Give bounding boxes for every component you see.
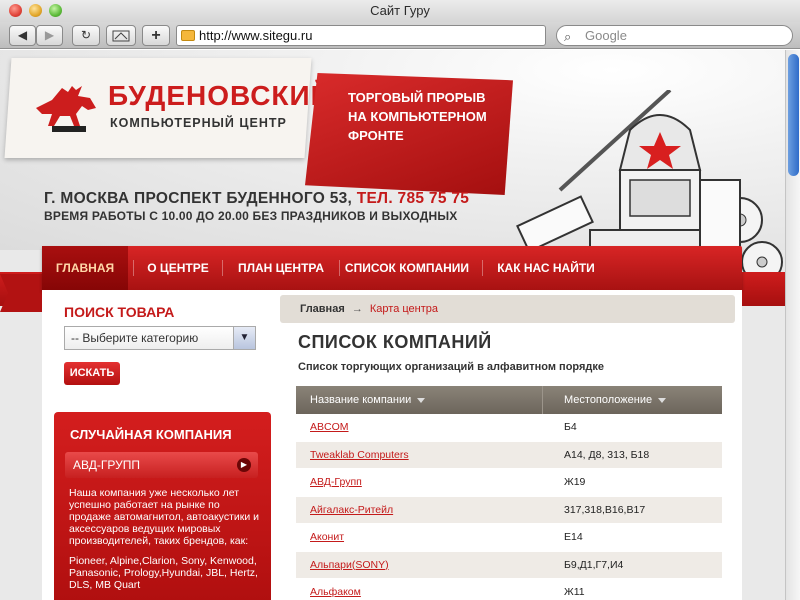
column-header-location[interactable]: Местоположение bbox=[564, 386, 667, 414]
random-company-description: Наша компания уже несколько лет успешно … bbox=[69, 487, 259, 547]
column-header-name-label: Название компании bbox=[310, 394, 412, 406]
arrow-right-icon[interactable]: ▶ bbox=[237, 458, 251, 472]
browser-window: Сайт Гуру ◀ ▶ ↻ + http://www.sitegu.ru ⌕… bbox=[0, 0, 800, 600]
table-row: Альфаком Ж11 bbox=[296, 579, 722, 600]
page-subtitle: Список торгующих организаций в алфавитно… bbox=[298, 361, 605, 373]
table-header: Название компании Местоположение bbox=[296, 386, 722, 414]
company-link[interactable]: Айгалакс-Ритейл bbox=[310, 497, 393, 525]
search-field[interactable]: ⌕ Google bbox=[556, 25, 793, 46]
breadcrumb-current: Карта центра bbox=[369, 303, 439, 315]
store-address: Г. МОСКВА ПРОСПЕКТ БУДЕННОГО 53, ТЕЛ. 78… bbox=[44, 190, 469, 208]
category-select[interactable]: -- Выберите категорию ▼ bbox=[64, 326, 256, 350]
favicon-icon bbox=[181, 30, 195, 41]
company-location: Ж11 bbox=[564, 586, 585, 598]
content-area: Главная → Карта центра СПИСОК КОМПАНИЙ С… bbox=[280, 290, 735, 600]
sort-caret-icon bbox=[417, 397, 426, 403]
company-location: А14, Д8, 313, Б18 bbox=[564, 448, 650, 461]
company-location: Б4 bbox=[564, 421, 577, 433]
nav-item-home[interactable]: ГЛАВНАЯ bbox=[42, 246, 128, 290]
search-icon: ⌕ bbox=[564, 29, 572, 44]
table-row: Tweaklab Computers А14, Д8, 313, Б18 bbox=[296, 441, 722, 470]
random-company-name: АВД-ГРУПП bbox=[73, 458, 140, 472]
table-row: Альпари(SONY) Б9,Д1,Г7,И4 bbox=[296, 551, 722, 580]
company-link[interactable]: Аконит bbox=[310, 524, 344, 552]
nav-item-about[interactable]: О ЦЕНТРЕ bbox=[138, 246, 218, 290]
product-search-title: ПОИСК ТОВАРА bbox=[64, 304, 175, 320]
nav-separator bbox=[133, 260, 134, 276]
random-company-title: СЛУЧАЙНАЯ КОМПАНИЯ bbox=[70, 427, 232, 442]
scrollbar-thumb[interactable] bbox=[788, 54, 799, 176]
breadcrumb-home[interactable]: Главная bbox=[300, 303, 345, 315]
address-url: http://www.sitegu.ru bbox=[199, 28, 313, 43]
main-panel: ПОИСК ТОВАРА -- Выберите категорию ▼ ИСК… bbox=[42, 290, 742, 600]
random-company-box: СЛУЧАЙНАЯ КОМПАНИЯ АВД-ГРУПП ▶ Наша комп… bbox=[54, 412, 271, 600]
page-title: СПИСОК КОМПАНИЙ bbox=[298, 332, 492, 352]
site-header: БУДЕНОВСКИЙ КОМПЬЮТЕРНЫЙ ЦЕНТР ТОРГОВЫЙ … bbox=[0, 50, 785, 310]
nav-separator bbox=[339, 260, 340, 276]
minimize-window-button[interactable] bbox=[29, 4, 42, 17]
page-viewport: БУДЕНОВСКИЙ КОМПЬЮТЕРНЫЙ ЦЕНТР ТОРГОВЫЙ … bbox=[0, 50, 785, 600]
horse-logo-icon bbox=[36, 86, 96, 132]
company-link[interactable]: Tweaklab Computers bbox=[310, 442, 409, 470]
title-bar: Сайт Гуру bbox=[0, 0, 800, 22]
sidebar: ПОИСК ТОВАРА -- Выберите категорию ▼ ИСК… bbox=[42, 290, 278, 600]
company-link[interactable]: АВД-Групп bbox=[310, 469, 362, 497]
chevron-down-icon[interactable]: ▼ bbox=[233, 327, 255, 349]
nav-separator bbox=[482, 260, 483, 276]
companies-table: Название компании Местоположение ABCOM Б4… bbox=[296, 386, 722, 600]
table-row: ABCOM Б4 bbox=[296, 414, 722, 442]
company-location: 317,318,В16,В17 bbox=[564, 503, 646, 516]
table-row: АВД-Групп Ж19 bbox=[296, 469, 722, 497]
sort-caret-icon bbox=[658, 397, 667, 403]
breadcrumb-separator: → bbox=[351, 303, 363, 315]
nav-item-plan[interactable]: ПЛАН ЦЕНТРА bbox=[226, 246, 336, 290]
nav-item-directions[interactable]: КАК НАС НАЙТИ bbox=[490, 246, 602, 290]
table-row: Айгалакс-Ритейл 317,318,В16,В17 bbox=[296, 496, 722, 525]
main-nav: ГЛАВНАЯ О ЦЕНТРЕ ПЛАН ЦЕНТРА СПИСОК КОМП… bbox=[42, 246, 742, 290]
column-header-location-label: Местоположение bbox=[564, 394, 653, 406]
company-link[interactable]: ABCOM bbox=[310, 414, 349, 442]
reload-button[interactable]: ↻ bbox=[72, 25, 100, 46]
opening-hours: ВРЕМЯ РАБОТЫ С 10.00 ДО 20.00 БЕЗ ПРАЗДН… bbox=[44, 209, 458, 223]
address-bar[interactable]: http://www.sitegu.ru bbox=[176, 25, 546, 46]
table-row: Аконит Е14 bbox=[296, 524, 722, 552]
random-company-link[interactable]: АВД-ГРУПП ▶ bbox=[65, 452, 258, 478]
breadcrumb: Главная → Карта центра bbox=[280, 295, 735, 323]
logo-title: БУДЕНОВСКИЙ bbox=[108, 80, 332, 111]
vertical-scrollbar[interactable] bbox=[785, 50, 800, 600]
window-title: Сайт Гуру bbox=[370, 3, 430, 18]
company-location: Ж19 bbox=[564, 476, 586, 488]
close-window-button[interactable] bbox=[9, 4, 22, 17]
search-button[interactable]: ИСКАТЬ bbox=[64, 362, 120, 385]
company-link[interactable]: Альфаком bbox=[310, 579, 361, 600]
company-link[interactable]: Альпари(SONY) bbox=[310, 552, 389, 580]
zoom-window-button[interactable] bbox=[49, 4, 62, 17]
nav-separator bbox=[222, 260, 223, 276]
column-header-name[interactable]: Название компании bbox=[310, 386, 426, 414]
add-bookmark-button[interactable]: + bbox=[142, 25, 170, 46]
snapback-icon[interactable] bbox=[106, 25, 136, 46]
browser-toolbar: ◀ ▶ ↻ + http://www.sitegu.ru ⌕ Google bbox=[0, 22, 800, 49]
column-divider bbox=[542, 386, 543, 414]
logo-subtitle: КОМПЬЮТЕРНЫЙ ЦЕНТР bbox=[110, 116, 287, 130]
nav-item-companies[interactable]: СПИСОК КОМПАНИИ bbox=[342, 246, 472, 290]
company-location: Е14 bbox=[564, 531, 583, 543]
back-button[interactable]: ◀ bbox=[9, 25, 36, 46]
address-text: Г. МОСКВА ПРОСПЕКТ БУДЕННОГО 53, bbox=[44, 190, 353, 207]
search-placeholder: Google bbox=[585, 28, 627, 43]
phone-number: ТЕЛ. 785 75 75 bbox=[356, 190, 470, 207]
company-location: Б9,Д1,Г7,И4 bbox=[564, 558, 624, 571]
random-company-brands: Pioneer, Alpine,Clarion, Sony, Kenwood, … bbox=[69, 555, 258, 591]
forward-button[interactable]: ▶ bbox=[36, 25, 63, 46]
category-select-value: -- Выберите категорию bbox=[71, 331, 199, 345]
slogan-text: ТОРГОВЫЙ ПРОРЫВ НА КОМПЬЮТЕРНОМ ФРОНТЕ bbox=[348, 90, 487, 143]
